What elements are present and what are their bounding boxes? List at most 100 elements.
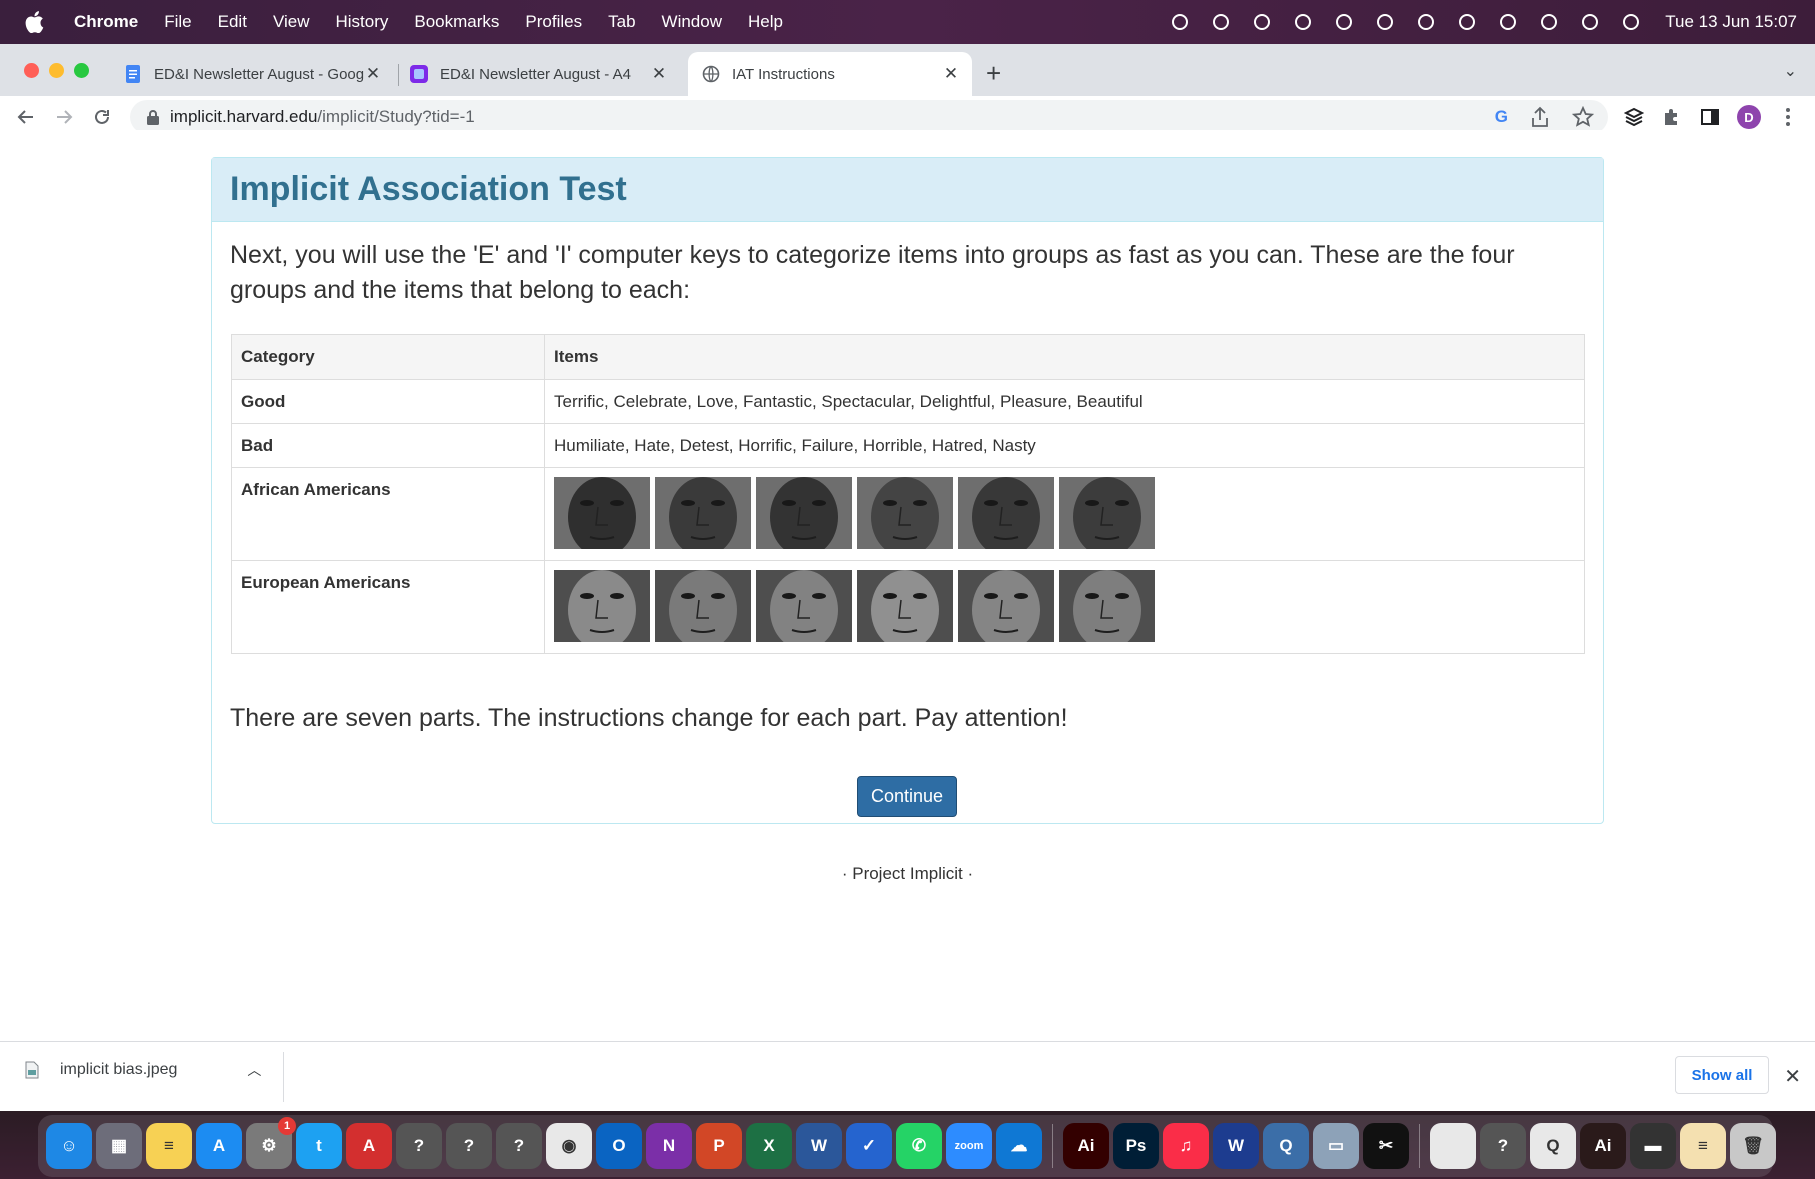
creative-cloud-icon[interactable] <box>1210 11 1232 33</box>
items-bad: Humiliate, Hate, Detest, Horrific, Failu… <box>544 423 1585 468</box>
close-icon[interactable]: ✕ <box>942 65 960 83</box>
face-photo <box>756 477 852 549</box>
menu-bookmarks[interactable]: Bookmarks <box>414 12 499 32</box>
menu-help[interactable]: Help <box>748 12 783 32</box>
unknown-app-icon[interactable]: ? <box>446 1123 492 1169</box>
menubar-clock[interactable]: Tue 13 Jun 15:07 <box>1665 12 1797 32</box>
close-icon[interactable]: ✕ <box>364 65 382 83</box>
todo-icon[interactable]: ✓ <box>846 1123 892 1169</box>
menu-tab[interactable]: Tab <box>608 12 635 32</box>
stack-icon[interactable]: ≡ <box>1680 1123 1726 1169</box>
whatsapp-icon[interactable]: ✆ <box>896 1123 942 1169</box>
unknown-app-icon[interactable]: ? <box>496 1123 542 1169</box>
shield-check-icon[interactable] <box>1333 11 1355 33</box>
user-circle-icon[interactable] <box>1415 11 1437 33</box>
cloud-icon[interactable] <box>1292 11 1314 33</box>
chrome-icon[interactable]: ◉ <box>546 1123 592 1169</box>
onenote-icon[interactable]: N <box>646 1123 692 1169</box>
grammarly-icon[interactable] <box>1169 11 1191 33</box>
tab-newsletter-canva[interactable]: ED&I Newsletter August - A4 ✕ <box>396 52 680 96</box>
continue-button[interactable]: Continue <box>857 776 957 817</box>
close-icon[interactable]: ✕ <box>650 65 668 83</box>
menu-window[interactable]: Window <box>662 12 722 32</box>
zoom-icon[interactable]: zoom <box>946 1123 992 1169</box>
extensions-puzzle-icon[interactable] <box>1660 105 1684 129</box>
url-text[interactable]: implicit.harvard.edu/implicit/Study?tid=… <box>170 107 475 127</box>
reload-button[interactable] <box>90 105 114 129</box>
close-icon[interactable]: ✕ <box>1784 1064 1801 1089</box>
table-row: European Americans <box>231 560 1585 654</box>
menu-chrome[interactable]: Chrome <box>74 12 138 32</box>
quicktime-file-icon[interactable]: Q <box>1530 1123 1576 1169</box>
siri-icon[interactable] <box>1620 11 1642 33</box>
new-tab-button[interactable]: + <box>986 60 1001 86</box>
face-photo <box>655 570 751 642</box>
address-bar[interactable]: implicit.harvard.edu/implicit/Study?tid=… <box>130 100 1608 134</box>
buffer-icon <box>1624 107 1644 127</box>
unknown-app-icon[interactable]: ? <box>396 1123 442 1169</box>
canva-icon <box>410 65 428 83</box>
photoshop-icon[interactable]: Ps <box>1113 1123 1159 1169</box>
document-icon[interactable] <box>1430 1123 1476 1169</box>
divider <box>283 1052 284 1102</box>
omnibox-actions: G <box>1495 106 1594 128</box>
launchpad-icon[interactable]: ▦ <box>96 1123 142 1169</box>
wifi-icon[interactable] <box>1497 11 1519 33</box>
illustrator-icon[interactable]: Ai <box>1063 1123 1109 1169</box>
apple-menu-icon[interactable] <box>24 11 44 33</box>
show-all-downloads-button[interactable]: Show all <box>1675 1056 1769 1094</box>
menu-edit[interactable]: Edit <box>218 12 247 32</box>
wacom-icon[interactable] <box>1251 11 1273 33</box>
finder-icon[interactable]: ☺ <box>46 1123 92 1169</box>
system-settings-icon[interactable]: ⚙ 1 <box>246 1117 296 1169</box>
outlook-icon[interactable]: O <box>596 1123 642 1169</box>
menu-profiles[interactable]: Profiles <box>525 12 582 32</box>
star-icon[interactable] <box>1572 106 1594 128</box>
menu-view[interactable]: View <box>273 12 310 32</box>
menu-history[interactable]: History <box>335 12 388 32</box>
share-icon[interactable] <box>1530 106 1550 128</box>
preview-icon[interactable]: ▭ <box>1313 1123 1359 1169</box>
notes-icon[interactable]: ≡ <box>146 1123 192 1169</box>
buffer-extension-icon[interactable] <box>1622 105 1646 129</box>
onedrive-icon[interactable]: ☁ <box>996 1123 1042 1169</box>
google-lens-icon[interactable]: G <box>1495 106 1508 128</box>
forward-button[interactable] <box>52 105 76 129</box>
search-icon[interactable] <box>1538 11 1560 33</box>
wacom-icon[interactable]: W <box>1213 1123 1259 1169</box>
illustrator-file-icon[interactable]: Ai <box>1580 1123 1626 1169</box>
close-window-button[interactable] <box>24 63 39 78</box>
intro-text: Next, you will use the 'E' and 'I' compu… <box>230 241 1515 304</box>
screen-capture-icon[interactable]: ▬ <box>1630 1123 1676 1169</box>
battery-icon[interactable] <box>1456 11 1478 33</box>
face-photo <box>554 570 650 642</box>
powerpoint-icon[interactable]: P <box>696 1123 742 1169</box>
lock-icon[interactable] <box>146 109 160 125</box>
download-item[interactable]: implicit bias.jpeg ︿ <box>24 1060 261 1080</box>
moon-icon[interactable] <box>1374 11 1396 33</box>
word-icon[interactable]: W <box>796 1123 842 1169</box>
acrobat-icon[interactable]: A <box>346 1123 392 1169</box>
project-implicit-footer[interactable]: · Project Implicit · <box>0 864 1815 884</box>
back-button[interactable] <box>14 105 38 129</box>
tab-search-chevron-icon[interactable]: ⌄ <box>1784 61 1797 81</box>
menu-file[interactable]: File <box>164 12 191 32</box>
minimize-window-button[interactable] <box>49 63 64 78</box>
profile-avatar[interactable]: D <box>1737 105 1761 129</box>
zoom-window-button[interactable] <box>74 63 89 78</box>
side-panel-icon[interactable] <box>1698 105 1722 129</box>
control-center-icon[interactable] <box>1579 11 1601 33</box>
app-store-icon[interactable]: A <box>196 1123 242 1169</box>
arrow-right-icon <box>57 110 73 124</box>
music-icon[interactable]: ♫ <box>1163 1123 1209 1169</box>
tab-newsletter-docs[interactable]: ED&I Newsletter August - Goog ✕ <box>110 52 394 96</box>
chrome-menu-icon[interactable] <box>1776 105 1800 129</box>
twitter-icon[interactable]: t <box>296 1123 342 1169</box>
trash-icon[interactable]: 🗑 <box>1730 1123 1776 1169</box>
excel-icon[interactable]: X <box>746 1123 792 1169</box>
unknown-app-icon[interactable]: ? <box>1480 1123 1526 1169</box>
capcut-icon[interactable]: ✂ <box>1363 1123 1409 1169</box>
quicktime-icon[interactable]: Q <box>1263 1123 1309 1169</box>
chevron-up-icon[interactable]: ︿ <box>247 1060 261 1080</box>
tab-iat-instructions[interactable]: IAT Instructions ✕ <box>688 52 972 96</box>
